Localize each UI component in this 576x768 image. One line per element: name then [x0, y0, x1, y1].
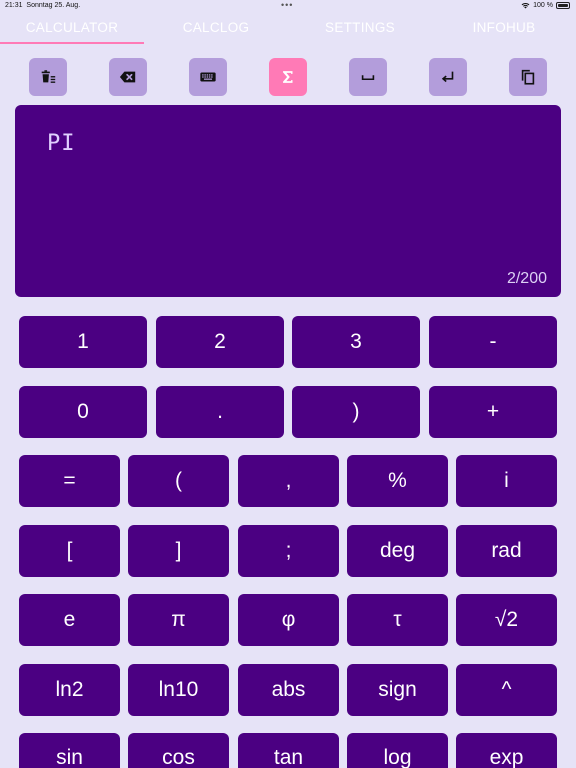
key-sin[interactable]: sin: [19, 733, 120, 768]
tab-calclog[interactable]: CALCLOG: [144, 12, 288, 44]
key-close-paren[interactable]: ): [292, 386, 420, 438]
expression-display[interactable]: PI 2/200: [15, 105, 561, 297]
tab-bar: CALCULATOR CALCLOG SETTINGS INFOHUB: [0, 12, 576, 44]
key-exp[interactable]: exp: [456, 733, 557, 768]
key-decimal-point[interactable]: .: [156, 386, 284, 438]
sigma-icon: [283, 71, 293, 83]
key-tan[interactable]: tan: [238, 733, 339, 768]
key-e[interactable]: e: [19, 594, 120, 646]
space-button[interactable]: [349, 58, 387, 96]
copy-button[interactable]: [509, 58, 547, 96]
battery-icon: [556, 2, 570, 9]
key-phi[interactable]: φ: [238, 594, 339, 646]
key-tau[interactable]: τ: [347, 594, 448, 646]
key-semicolon[interactable]: ;: [238, 525, 339, 577]
sum-button[interactable]: [269, 58, 307, 96]
key-sqrt2[interactable]: √2: [456, 594, 557, 646]
copy-icon: [521, 69, 535, 85]
return-button[interactable]: [429, 58, 467, 96]
key-plus[interactable]: +: [429, 386, 557, 438]
tab-infohub[interactable]: INFOHUB: [432, 12, 576, 44]
key-2[interactable]: 2: [156, 316, 284, 368]
keyboard-button[interactable]: [189, 58, 227, 96]
key-open-bracket[interactable]: [: [19, 525, 120, 577]
wifi-icon: [521, 2, 530, 9]
key-minus[interactable]: -: [429, 316, 557, 368]
tab-calculator[interactable]: CALCULATOR: [0, 12, 144, 44]
key-rad[interactable]: rad: [456, 525, 557, 577]
clear-all-button[interactable]: [29, 58, 67, 96]
return-icon: [441, 71, 454, 83]
key-pi[interactable]: π: [128, 594, 229, 646]
key-close-bracket[interactable]: ]: [128, 525, 229, 577]
tab-settings[interactable]: SETTINGS: [288, 12, 432, 44]
multitasking-dots[interactable]: •••: [281, 0, 293, 10]
status-bar: 21:31 Sonntag 25. Aug. ••• 100 %: [0, 0, 576, 12]
status-indicators: 100 %: [521, 2, 570, 9]
key-abs[interactable]: abs: [238, 664, 339, 716]
keyboard-icon: [200, 72, 216, 82]
key-deg[interactable]: deg: [347, 525, 448, 577]
key-cos[interactable]: cos: [128, 733, 229, 768]
toolbar: [0, 58, 576, 96]
status-time-date: 21:31 Sonntag 25. Aug.: [5, 2, 80, 9]
backspace-icon: [119, 71, 136, 83]
key-percent[interactable]: %: [347, 455, 448, 507]
status-date: Sonntag 25. Aug.: [26, 2, 81, 9]
battery-percent: 100 %: [533, 2, 553, 9]
status-time: 21:31: [5, 2, 23, 9]
key-ln2[interactable]: ln2: [19, 664, 120, 716]
key-open-paren[interactable]: (: [128, 455, 229, 507]
expression-text: PI: [47, 131, 76, 156]
key-power[interactable]: ^: [456, 664, 557, 716]
key-equals[interactable]: =: [19, 455, 120, 507]
backspace-button[interactable]: [109, 58, 147, 96]
character-counter: 2/200: [506, 270, 547, 287]
key-0[interactable]: 0: [19, 386, 147, 438]
key-imaginary-i[interactable]: i: [456, 455, 557, 507]
key-3[interactable]: 3: [292, 316, 420, 368]
key-ln10[interactable]: ln10: [128, 664, 229, 716]
space-icon: [361, 75, 375, 81]
key-comma[interactable]: ,: [238, 455, 339, 507]
key-sign[interactable]: sign: [347, 664, 448, 716]
trash-list-icon: [41, 70, 56, 83]
key-1[interactable]: 1: [19, 316, 147, 368]
key-log[interactable]: log: [347, 733, 448, 768]
